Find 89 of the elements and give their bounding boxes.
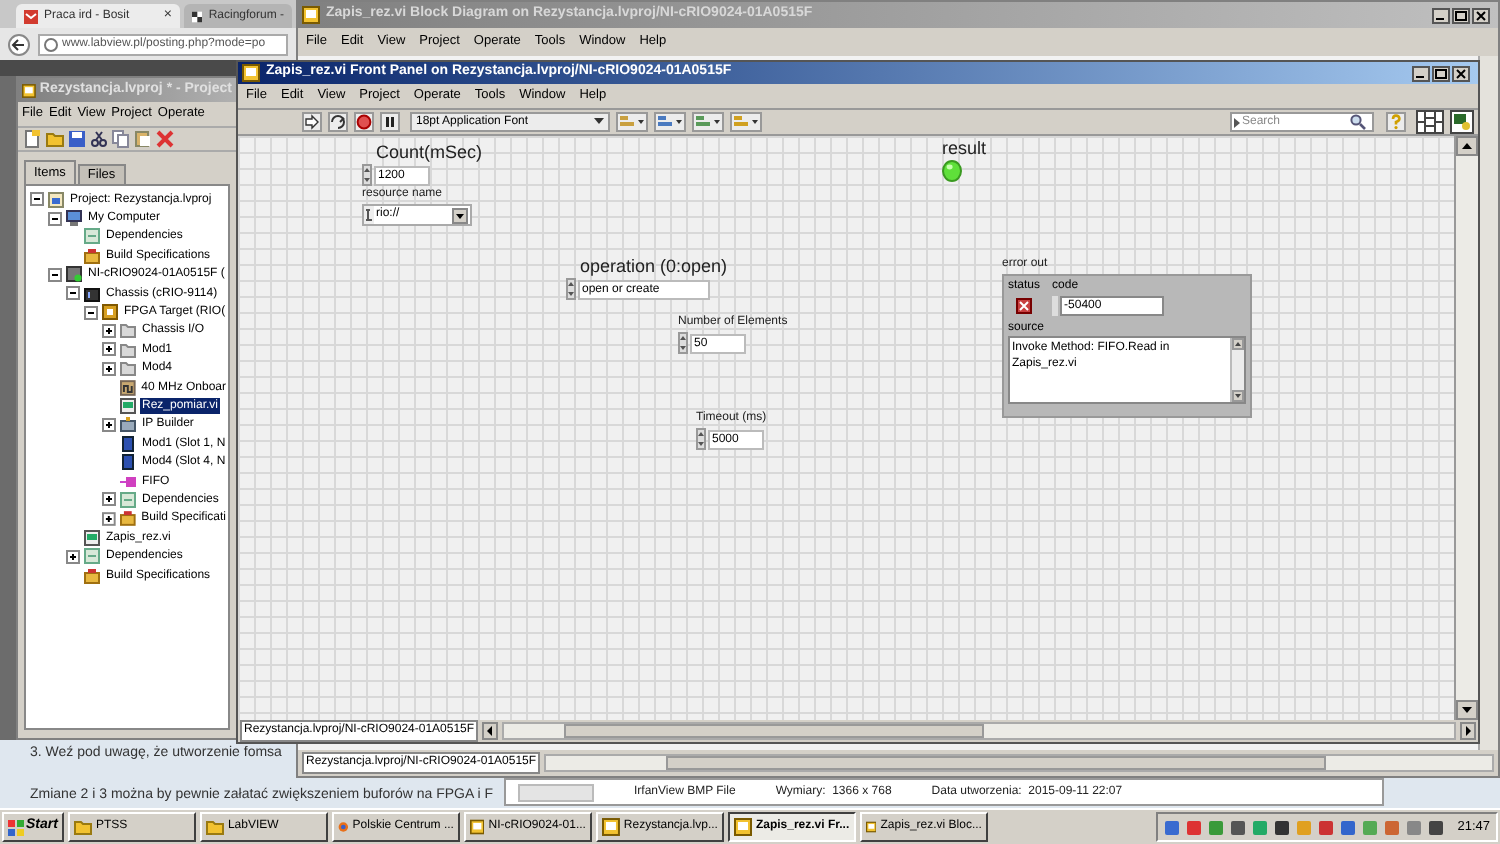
search-icon <box>1350 114 1366 130</box>
io-name-icon <box>364 206 374 224</box>
vertical-scrollbar[interactable] <box>1454 136 1478 720</box>
pause-icon[interactable] <box>380 112 400 132</box>
maximize-icon[interactable] <box>1452 7 1470 23</box>
caret-icon <box>452 207 468 223</box>
dependencies-icon <box>84 228 100 245</box>
chassis-icon <box>84 285 100 302</box>
flag-icon <box>192 9 203 23</box>
dependencies-icon <box>84 548 100 565</box>
project-icon <box>48 191 64 208</box>
target-icon <box>66 266 82 283</box>
increment-arrows-icon[interactable] <box>362 164 372 186</box>
labview-icon <box>733 818 752 836</box>
expand-icon[interactable] <box>102 492 116 507</box>
folder-icon <box>205 818 224 836</box>
caret-icon <box>594 118 604 126</box>
globe-icon <box>44 37 58 51</box>
labview-icon <box>601 818 620 836</box>
scroll-up-arrow-icon[interactable] <box>1232 338 1244 350</box>
expand-icon[interactable] <box>102 511 116 526</box>
back-arrow-icon[interactable] <box>8 33 30 55</box>
resize-icon[interactable] <box>692 112 724 132</box>
increment-arrows-icon[interactable] <box>566 278 576 300</box>
windows-logo-icon <box>8 819 24 835</box>
collapse-icon[interactable] <box>48 211 62 226</box>
distribute-icon[interactable] <box>654 112 686 132</box>
horizontal-scrollbar[interactable] <box>502 722 1456 740</box>
dependencies-icon <box>120 491 136 508</box>
folder-icon <box>73 818 92 836</box>
horizontal-scrollbar[interactable] <box>544 754 1494 772</box>
minimize-icon[interactable] <box>1432 7 1450 23</box>
copy-icon[interactable] <box>112 130 130 148</box>
folder-icon[interactable] <box>46 130 64 148</box>
build-icon <box>84 247 100 264</box>
delete-icon[interactable] <box>156 130 174 148</box>
scroll-thumb[interactable] <box>564 724 985 738</box>
app-icon <box>22 81 36 99</box>
maximize-icon[interactable] <box>1432 65 1450 81</box>
close-icon[interactable] <box>1452 65 1470 81</box>
scroll-right-arrow-icon[interactable] <box>1460 722 1476 740</box>
build-icon <box>84 567 100 583</box>
thumbnail-placeholder <box>518 783 594 801</box>
collapse-icon[interactable] <box>30 192 44 207</box>
clock-icon <box>119 379 136 396</box>
fifo-icon <box>120 473 136 490</box>
control-label: operation (0:open) <box>580 256 728 276</box>
expand-icon[interactable] <box>102 361 116 376</box>
save-icon[interactable] <box>68 130 86 148</box>
mail-icon <box>24 9 38 23</box>
new-file-icon[interactable] <box>24 130 42 148</box>
text-scrollbar[interactable] <box>1230 338 1244 402</box>
vi-icon <box>84 529 100 546</box>
close-icon[interactable] <box>1472 7 1490 23</box>
paste-icon[interactable] <box>134 130 152 148</box>
collapse-icon[interactable] <box>66 286 80 301</box>
collapse-icon[interactable] <box>84 305 98 320</box>
vi-icon[interactable] <box>1450 110 1474 134</box>
scissors-icon[interactable] <box>90 130 108 148</box>
build-icon <box>119 510 136 527</box>
control-label: result <box>942 138 987 158</box>
expand-icon[interactable] <box>66 549 80 564</box>
increment-arrows-icon[interactable] <box>678 332 688 354</box>
scroll-left-arrow-icon[interactable] <box>482 722 499 740</box>
labview-icon <box>865 818 877 836</box>
caret-icon <box>1232 117 1242 127</box>
minimize-icon[interactable] <box>1412 65 1430 81</box>
vi-icon <box>120 397 136 414</box>
expand-icon[interactable] <box>102 323 116 338</box>
connector-pane-icon[interactable] <box>1416 110 1444 134</box>
labview-icon <box>469 818 485 836</box>
expand-icon[interactable] <box>102 342 116 357</box>
collapse-icon[interactable] <box>48 267 62 282</box>
expand-icon[interactable] <box>102 417 116 432</box>
control-label: Count(mSec) <box>376 142 483 162</box>
computer-icon <box>66 210 82 227</box>
browser-icon <box>337 818 349 836</box>
increment-arrows-icon <box>1052 296 1059 316</box>
scroll-down-arrow-icon[interactable] <box>1232 390 1244 402</box>
scroll-thumb[interactable] <box>666 756 1327 770</box>
chip-icon <box>102 304 118 321</box>
abort-icon[interactable] <box>354 112 374 132</box>
increment-arrows-icon[interactable] <box>696 428 706 450</box>
ip-icon <box>120 416 136 433</box>
vertical-scrollbar[interactable] <box>1478 56 1498 750</box>
run-arrow-icon[interactable] <box>302 112 322 132</box>
run-continuously-icon[interactable] <box>328 112 348 132</box>
app-icon <box>242 64 260 82</box>
app-icon <box>302 6 320 24</box>
